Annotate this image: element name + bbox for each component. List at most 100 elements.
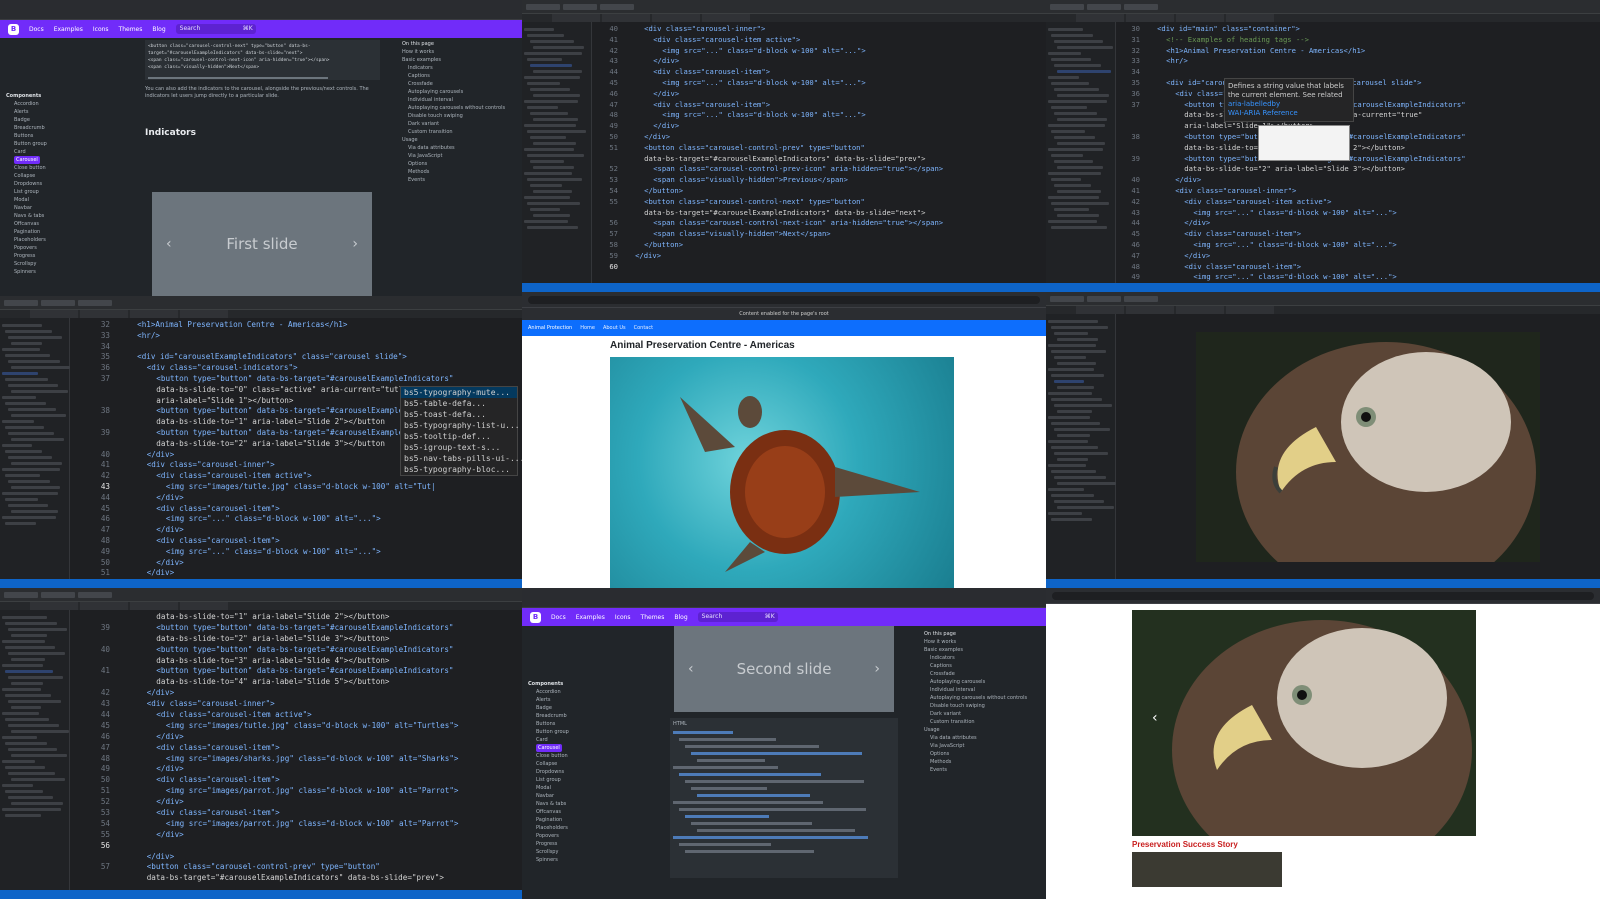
explorer-row[interactable] [1048, 172, 1101, 175]
sidebar-item[interactable]: Pagination [6, 228, 64, 236]
explorer-row[interactable] [5, 378, 48, 381]
explorer-row[interactable] [530, 112, 568, 115]
explorer-row[interactable] [533, 166, 574, 169]
nav-item[interactable]: Docs [551, 614, 566, 621]
explorer-row[interactable] [1051, 130, 1085, 133]
explorer-row[interactable] [5, 402, 46, 405]
sidebar-item[interactable]: Modal [6, 196, 64, 204]
explorer-row[interactable] [2, 616, 47, 619]
explorer-row[interactable] [1057, 94, 1109, 97]
sidebar-item[interactable]: Badge [528, 704, 586, 712]
explorer-row[interactable] [1054, 88, 1099, 91]
explorer-row[interactable] [11, 342, 42, 345]
explorer-row[interactable] [2, 516, 56, 519]
explorer-row[interactable] [1051, 350, 1106, 353]
explorer-row[interactable] [1051, 106, 1087, 109]
sidebar-item[interactable]: Navbar [6, 204, 64, 212]
explorer-row[interactable] [11, 438, 64, 441]
explorer-row[interactable] [1051, 494, 1094, 497]
explorer-row[interactable] [524, 124, 576, 127]
explorer-row[interactable] [1054, 404, 1112, 407]
sidebar-item[interactable]: Progress [528, 840, 586, 848]
explorer-row[interactable] [1048, 488, 1084, 491]
explorer-row[interactable] [1048, 148, 1103, 151]
explorer-row[interactable] [1054, 500, 1104, 503]
toc-link[interactable]: Custom transition [402, 128, 512, 136]
explorer-row[interactable] [533, 94, 580, 97]
explorer-row[interactable] [2, 808, 61, 811]
tooltip-reference-link[interactable]: WAI-ARIA Reference [1228, 109, 1350, 118]
bootstrap-logo-icon[interactable]: B [8, 23, 19, 35]
sidebar-item[interactable]: Close button [528, 752, 586, 760]
sidebar-item[interactable]: Alerts [6, 108, 64, 116]
chevron-right-icon[interactable]: › [874, 661, 880, 677]
explorer-row[interactable] [8, 748, 57, 751]
explorer-row[interactable] [8, 480, 50, 483]
sidebar-item[interactable]: Accordion [528, 688, 586, 696]
nav-item[interactable]: Docs [29, 26, 44, 33]
explorer-row[interactable] [2, 420, 34, 423]
explorer-row[interactable] [1057, 190, 1101, 193]
explorer-row[interactable] [11, 754, 67, 757]
explorer-row[interactable] [524, 196, 570, 199]
address-bar[interactable] [1052, 591, 1594, 600]
explorer-row[interactable] [1054, 40, 1103, 43]
toc-link[interactable]: Individual interval [924, 686, 1034, 694]
explorer-row[interactable] [1051, 82, 1089, 85]
nav-link[interactable]: About Us [603, 325, 626, 331]
explorer-row[interactable] [2, 348, 40, 351]
toc-link[interactable]: Via data attributes [402, 144, 512, 152]
explorer-row[interactable] [533, 118, 578, 121]
explorer-row[interactable] [5, 450, 42, 453]
explorer-row[interactable] [1048, 440, 1088, 443]
explorer-row[interactable] [530, 136, 566, 139]
explorer-row[interactable] [8, 628, 67, 631]
explorer-row[interactable] [533, 214, 570, 217]
toc-link[interactable]: Options [402, 160, 512, 168]
explorer-row[interactable] [2, 324, 42, 327]
explorer-row[interactable] [1057, 362, 1096, 365]
sidebar-item[interactable]: Progress [6, 252, 64, 260]
explorer-row[interactable] [5, 742, 47, 745]
toc-link[interactable]: Dark variant [402, 120, 512, 128]
explorer-row[interactable] [8, 796, 53, 799]
video-thumbnail[interactable] [1132, 852, 1282, 887]
nav-link[interactable]: Contact [634, 325, 653, 331]
explorer-row[interactable] [1048, 220, 1097, 223]
explorer-row[interactable] [1057, 386, 1094, 389]
explorer-row[interactable] [1048, 416, 1090, 419]
explorer-row[interactable] [533, 70, 582, 73]
explorer-row[interactable] [11, 366, 70, 369]
explorer-row[interactable] [2, 396, 36, 399]
explorer-row[interactable] [527, 130, 586, 133]
toc-link[interactable]: Crossfade [402, 80, 512, 88]
toc-link[interactable]: Methods [924, 758, 1034, 766]
code-editor[interactable]: 40 <div class="carousel-inner"> 41 <div cla… [592, 22, 1046, 283]
autocomplete-item[interactable]: bs5-toast-defa... [401, 409, 517, 420]
explorer-row[interactable] [8, 456, 52, 459]
explorer-row[interactable] [8, 724, 59, 727]
sidebar-item[interactable]: Collapse [528, 760, 586, 768]
sidebar-item[interactable]: Button group [528, 728, 586, 736]
toc-link[interactable]: How it works [402, 48, 512, 56]
brand-link[interactable]: Animal Protection [528, 325, 572, 331]
sidebar-item[interactable]: Accordion [6, 100, 64, 108]
explorer-row[interactable] [1057, 506, 1114, 509]
explorer-row[interactable] [524, 28, 554, 31]
explorer-row[interactable] [11, 634, 47, 637]
explorer-row[interactable] [8, 408, 56, 411]
explorer-row[interactable] [5, 522, 36, 525]
explorer-row[interactable] [524, 148, 574, 151]
scrollbar[interactable] [148, 77, 328, 79]
toc-link[interactable]: Disable touch swiping [402, 112, 512, 120]
explorer-row[interactable] [533, 190, 572, 193]
explorer-row[interactable] [2, 760, 35, 763]
toc-link[interactable]: Autoplaying carousels without controls [924, 694, 1034, 702]
explorer-row[interactable] [5, 426, 44, 429]
sidebar-item[interactable]: Collapse [6, 172, 64, 180]
explorer-row[interactable] [1051, 226, 1107, 229]
explorer-row[interactable] [1057, 458, 1088, 461]
sidebar-item[interactable]: Close button [6, 164, 64, 172]
explorer-row[interactable] [2, 712, 39, 715]
explorer-row[interactable] [530, 40, 574, 43]
